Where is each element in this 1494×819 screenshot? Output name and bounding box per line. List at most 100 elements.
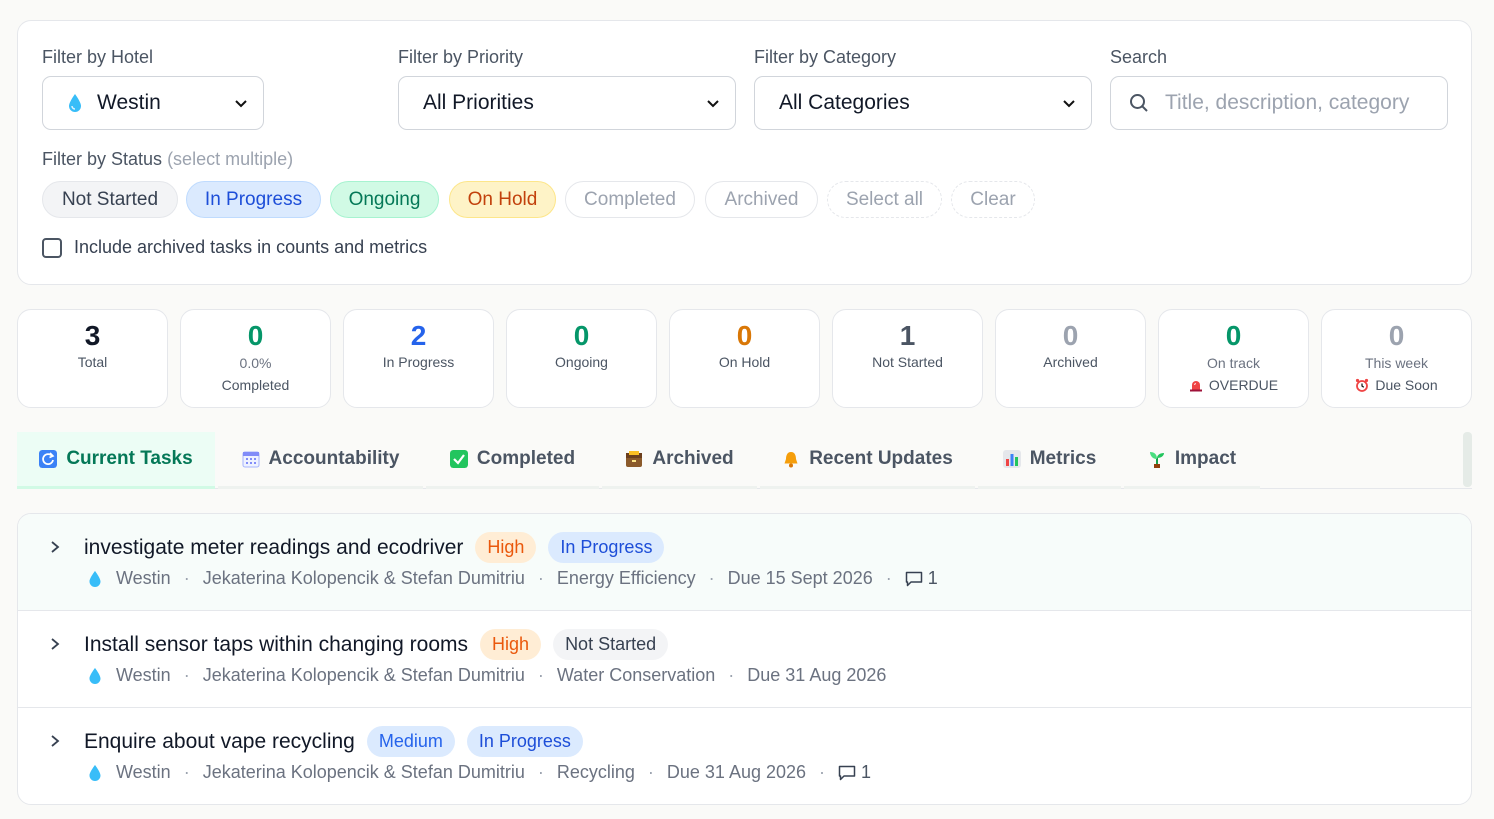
- task-row[interactable]: Install sensor taps within changing room…: [18, 611, 1471, 708]
- stat-label: Due Soon: [1322, 377, 1471, 393]
- stat-label-text: OVERDUE: [1208, 377, 1279, 393]
- check-box-icon: [449, 450, 468, 468]
- tab-label: Impact: [1174, 448, 1237, 469]
- meta-separator: ·: [183, 568, 190, 588]
- tab-current-tasks[interactable]: Current Tasks: [17, 432, 215, 489]
- stat-label: Archived: [1043, 354, 1098, 370]
- meta-separator: ·: [708, 568, 715, 588]
- stat-card-not-started: 1 Not Started: [832, 309, 983, 408]
- stat-label: Total: [77, 354, 108, 370]
- chevron-right-icon[interactable]: [48, 540, 62, 554]
- clear-button[interactable]: Clear: [951, 181, 1035, 218]
- status-badge: In Progress: [466, 726, 583, 757]
- priority-badge: High: [480, 629, 542, 660]
- stat-value: 0: [247, 320, 264, 351]
- refresh-icon: [39, 450, 58, 468]
- status-chip-on-hold[interactable]: On Hold: [449, 181, 556, 218]
- chevron-right-icon[interactable]: [48, 734, 62, 748]
- bell-icon: [784, 452, 798, 468]
- category-select[interactable]: All Categories: [754, 76, 1092, 130]
- task-row[interactable]: investigate meter readings and ecodriver…: [18, 514, 1471, 611]
- tab-impact[interactable]: Impact: [1124, 432, 1260, 489]
- comment-count[interactable]: 1: [838, 762, 871, 783]
- tab-scrollbar[interactable]: [1463, 432, 1472, 487]
- search-label: Search: [1110, 47, 1168, 67]
- meta-separator: ·: [885, 568, 892, 588]
- hotel-filter-label: Filter by Hotel: [42, 47, 154, 67]
- include-archived-checkbox[interactable]: [42, 237, 62, 258]
- include-archived-option[interactable]: Include archived tasks in counts and met…: [42, 237, 427, 258]
- tab-archived[interactable]: Archived: [602, 432, 757, 489]
- stat-label: Not Started: [872, 354, 943, 370]
- stat-value: 0: [1062, 320, 1079, 351]
- comment-icon: [838, 765, 856, 780]
- include-archived-label: Include archived tasks in counts and met…: [74, 237, 428, 257]
- droplet-icon: [69, 94, 81, 112]
- stat-sub: 0.0%: [239, 355, 272, 371]
- priority-select[interactable]: All Priorities: [398, 76, 736, 130]
- stat-card-total: 3 Total: [17, 309, 168, 408]
- stat-value: 0: [1225, 320, 1242, 351]
- task-title[interactable]: investigate meter readings and ecodriver: [84, 536, 463, 560]
- task-category: Recycling: [556, 762, 635, 782]
- priority-select-value: All Priorities: [423, 91, 534, 114]
- stat-card-completed: 0 0.0% Completed: [180, 309, 331, 408]
- task-due-date: Due 15 Sept 2026: [727, 568, 873, 588]
- tab-completed[interactable]: Completed: [426, 432, 599, 489]
- status-chip-archived[interactable]: Archived: [705, 181, 818, 218]
- search-box: [1110, 76, 1448, 130]
- comment-icon: [905, 571, 922, 586]
- chevron-down-icon: [707, 100, 719, 108]
- task-assignees: Jekaterina Kolopencik & Stefan Dumitriu: [202, 568, 525, 588]
- stat-label: In Progress: [382, 354, 455, 370]
- tab-recent-updates[interactable]: Recent Updates: [760, 432, 975, 489]
- alarm-clock-icon: [1356, 378, 1369, 392]
- stat-card-overdue: 0 On track OVERDUE: [1158, 309, 1309, 408]
- meta-separator: ·: [728, 665, 735, 685]
- stat-card-archived: 0 Archived: [995, 309, 1146, 408]
- comment-count[interactable]: 1: [905, 568, 938, 589]
- chevron-right-icon[interactable]: [48, 637, 62, 651]
- task-category: Water Conservation: [556, 665, 716, 685]
- task-hotel: Westin: [116, 762, 171, 782]
- meta-separator: ·: [537, 762, 544, 782]
- bar-chart-icon: [1002, 450, 1021, 468]
- chevron-down-icon: [1063, 100, 1075, 108]
- stat-label: On Hold: [718, 354, 771, 370]
- search-input[interactable]: [1165, 91, 1435, 115]
- calendar-icon: [242, 451, 260, 468]
- meta-separator: ·: [183, 665, 190, 685]
- tab-accountability[interactable]: Accountability: [218, 432, 423, 489]
- task-title[interactable]: Enquire about vape recycling: [84, 730, 355, 754]
- stat-label-text: Due Soon: [1375, 377, 1438, 393]
- status-chip-completed[interactable]: Completed: [565, 181, 695, 218]
- droplet-icon: [89, 667, 101, 684]
- meta-separator: ·: [647, 762, 654, 782]
- tab-label: Archived: [652, 448, 734, 469]
- comment-count-value: 1: [861, 762, 872, 782]
- priority-badge: High: [475, 532, 537, 563]
- task-due-date: Due 31 Aug 2026: [666, 762, 807, 782]
- stat-value: 2: [410, 320, 427, 351]
- category-filter-label: Filter by Category: [754, 47, 897, 67]
- status-filter-hint: (select multiple): [167, 149, 294, 169]
- task-title[interactable]: Install sensor taps within changing room…: [84, 633, 468, 657]
- status-badge: In Progress: [548, 532, 665, 563]
- tab-label: Recent Updates: [809, 448, 953, 469]
- status-chip-ongoing[interactable]: Ongoing: [330, 181, 439, 218]
- meta-separator: ·: [537, 568, 544, 588]
- droplet-icon: [89, 764, 101, 781]
- stat-value: 3: [84, 320, 101, 351]
- task-meta: Westin · Jekaterina Kolopencik & Stefan …: [88, 665, 886, 686]
- stat-value: 0: [736, 320, 753, 351]
- select-all-button[interactable]: Select all: [827, 181, 942, 218]
- stat-sub: This week: [1364, 355, 1429, 371]
- tab-metrics[interactable]: Metrics: [978, 432, 1121, 489]
- task-row[interactable]: Enquire about vape recycling Medium In P…: [18, 708, 1471, 804]
- tab-label: Metrics: [1029, 448, 1097, 469]
- hotel-select[interactable]: Westin: [42, 76, 264, 130]
- status-chip-in-progress[interactable]: In Progress: [186, 181, 321, 218]
- seedling-icon: [1149, 452, 1164, 468]
- task-list: investigate meter readings and ecodriver…: [17, 513, 1472, 805]
- status-chip-not-started[interactable]: Not Started: [42, 181, 178, 218]
